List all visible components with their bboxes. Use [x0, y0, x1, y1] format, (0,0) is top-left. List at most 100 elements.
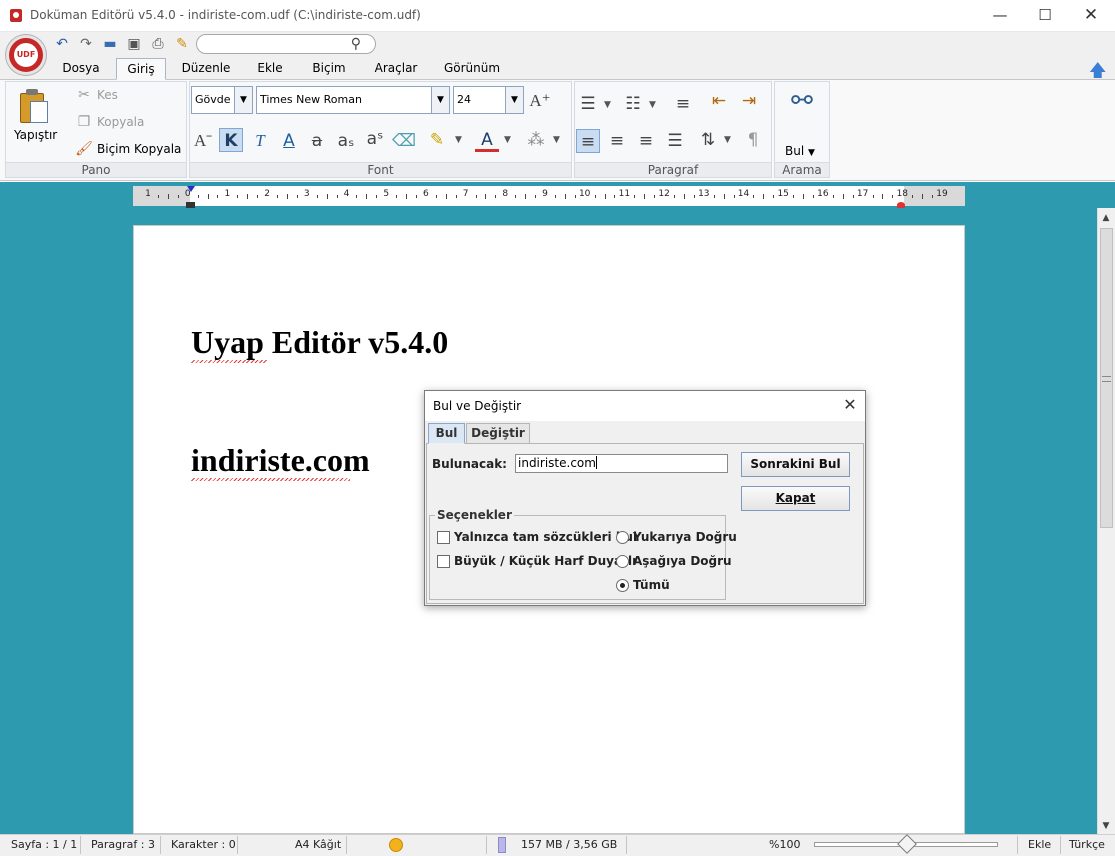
ruler-tick: [564, 194, 566, 199]
first-indent-marker[interactable]: [187, 186, 195, 192]
find-next-button[interactable]: Sonrakini Bul: [741, 452, 850, 477]
group-font-label: Font: [190, 162, 571, 177]
chevron-down-icon[interactable]: ▼: [649, 100, 656, 110]
tab-degistir[interactable]: Değiştir: [466, 423, 530, 444]
align-right-icon[interactable]: ≡: [634, 129, 658, 153]
status-language[interactable]: Türkçe: [1069, 838, 1105, 852]
print-icon[interactable]: ⎙: [149, 36, 167, 52]
close-window-button[interactable]: ✕: [1068, 0, 1114, 31]
superscript-icon[interactable]: aˢ: [363, 127, 387, 151]
tab-dosya[interactable]: Dosya: [52, 58, 110, 80]
align-left-icon[interactable]: ≡: [576, 129, 600, 153]
save-icon[interactable]: ▣: [125, 36, 143, 52]
chevron-down-icon[interactable]: ▼: [431, 87, 449, 113]
find-input[interactable]: indiriste.com: [515, 454, 728, 473]
undo-icon[interactable]: ↶: [53, 36, 71, 52]
text-effect-icon[interactable]: ⁂: [524, 128, 548, 152]
match-case-label[interactable]: Büyük / Küçük Harf Duyarlı: [454, 554, 636, 568]
font-size-select[interactable]: 24 ▼: [453, 86, 524, 114]
chevron-down-icon[interactable]: ▼: [504, 135, 511, 145]
direction-all-radio[interactable]: [616, 579, 629, 592]
document-line-2[interactable]: indiriste.com: [191, 442, 370, 479]
direction-up-label[interactable]: Yukarıya Doğru: [633, 530, 737, 544]
spellcheck-underline: [191, 360, 267, 363]
chevron-down-icon[interactable]: ▼: [724, 135, 731, 145]
document-line-1[interactable]: Uyap Editör v5.4.0: [191, 324, 448, 361]
cut-button[interactable]: ✂ Kes: [74, 85, 118, 105]
grow-font-icon[interactable]: A⁺: [528, 89, 552, 113]
binoculars-icon[interactable]: ⚯: [783, 88, 821, 121]
quick-search-input[interactable]: ⚲: [196, 34, 376, 54]
maximize-button[interactable]: ☐: [1022, 0, 1068, 31]
tab-araclar[interactable]: Araçlar: [364, 58, 428, 80]
strikethrough-icon[interactable]: a: [305, 129, 329, 153]
match-case-checkbox[interactable]: [437, 555, 450, 568]
tab-gorunum[interactable]: Görünüm: [436, 58, 508, 80]
subscript-icon[interactable]: aₛ: [334, 129, 358, 153]
scroll-up-icon[interactable]: ▲: [1097, 210, 1115, 226]
ruler-number: 11: [618, 189, 631, 199]
font-family-select[interactable]: Times New Roman ▼: [256, 86, 450, 114]
tab-ekle[interactable]: Ekle: [248, 58, 292, 80]
underline-icon[interactable]: A: [277, 129, 301, 153]
bold-icon[interactable]: K: [219, 128, 243, 152]
increase-indent-icon[interactable]: ⇥: [737, 89, 761, 113]
find-button[interactable]: Bul ▼: [785, 141, 815, 161]
decrease-indent-icon[interactable]: ⇤: [707, 89, 731, 113]
copy-button[interactable]: ❐ Kopyala: [74, 112, 145, 132]
font-color-icon[interactable]: A: [475, 128, 499, 152]
dialog-close-button[interactable]: Kapat: [741, 486, 850, 511]
edit-icon[interactable]: ✎: [173, 36, 191, 52]
ruler-number: 3: [303, 189, 310, 199]
line-spacing-icon[interactable]: ≡: [671, 92, 695, 116]
align-center-icon[interactable]: ≡: [605, 129, 629, 153]
format-painter-button[interactable]: 🖌 Biçim Kopyala: [74, 139, 181, 159]
paste-icon[interactable]: [20, 89, 48, 123]
status-paragraph: Paragraf : 3: [91, 838, 155, 851]
direction-down-radio[interactable]: [616, 555, 629, 568]
direction-up-radio[interactable]: [616, 531, 629, 544]
ruler-tick: [872, 195, 874, 198]
search-icon[interactable]: ⚲: [351, 36, 361, 52]
direction-all-label[interactable]: Tümü: [633, 578, 670, 592]
minimize-button[interactable]: —: [977, 0, 1023, 31]
pilcrow-icon[interactable]: ¶: [741, 128, 765, 152]
chevron-down-icon[interactable]: ▼: [234, 87, 252, 113]
ruler-tick: [614, 195, 616, 198]
style-select[interactable]: Gövde ▼: [191, 86, 253, 114]
paste-button[interactable]: Yapıştır: [14, 128, 57, 142]
memory-bar: [498, 837, 506, 853]
status-mode[interactable]: Ekle: [1028, 838, 1051, 852]
scroll-down-icon[interactable]: ▼: [1097, 818, 1115, 834]
chevron-down-icon[interactable]: ▼: [604, 100, 611, 110]
align-justify-icon[interactable]: ☰: [663, 129, 687, 153]
tab-duzenle[interactable]: Düzenle: [174, 58, 238, 80]
app-menu-button[interactable]: UDF: [6, 35, 46, 75]
dialog-close-icon[interactable]: ✕: [838, 394, 862, 416]
whole-word-checkbox[interactable]: [437, 531, 450, 544]
status-page: Sayfa : 1 / 1: [11, 838, 78, 851]
direction-down-label[interactable]: Aşağıya Doğru: [633, 554, 732, 568]
tab-bicim[interactable]: Biçim: [302, 58, 356, 80]
ruler-number: 1: [145, 189, 151, 199]
paragraph-spacing-icon[interactable]: ⇅: [696, 128, 720, 152]
ruler-tick: [247, 194, 249, 199]
shrink-font-icon[interactable]: Aˉ: [191, 129, 215, 153]
eraser-icon[interactable]: ⌫: [392, 129, 416, 153]
horizontal-ruler[interactable]: 1 0 1 2 3 4 5 6 7 8 9 10 11 12 13 14 15 16 17 18 19: [133, 186, 965, 206]
highlight-icon[interactable]: ✎: [425, 128, 449, 152]
italic-icon[interactable]: T: [248, 129, 272, 153]
tab-giris[interactable]: Giriş: [116, 58, 166, 80]
numbered-list-icon[interactable]: ☷: [621, 92, 645, 116]
redo-icon[interactable]: ↷: [77, 36, 95, 52]
open-folder-icon[interactable]: ▬: [101, 36, 119, 52]
bullet-list-icon[interactable]: ☰: [576, 92, 600, 116]
chevron-down-icon[interactable]: ▼: [455, 135, 462, 145]
chevron-down-icon[interactable]: ▼: [505, 87, 523, 113]
ruler-tick: [773, 195, 775, 198]
tab-bul[interactable]: Bul: [428, 423, 465, 444]
ruler-tick: [763, 194, 765, 199]
chevron-down-icon[interactable]: ▼: [553, 135, 560, 145]
text-caret: [595, 456, 597, 469]
whole-word-label[interactable]: Yalnızca tam sözcükleri bul: [454, 530, 637, 544]
